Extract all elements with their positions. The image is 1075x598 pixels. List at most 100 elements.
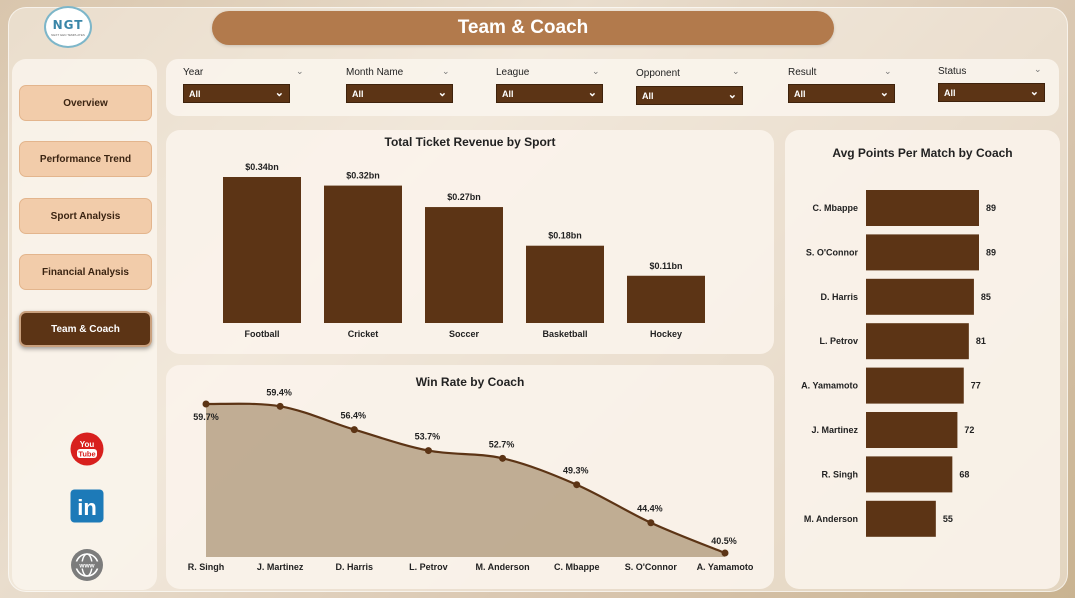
svg-text:www: www <box>78 563 95 570</box>
filter-bar: Year ⌄ All ⌄ Month Name ⌄ All ⌄ League ⌄ A… <box>166 59 1059 116</box>
filter-status-select[interactable]: All ⌄ <box>938 83 1045 102</box>
x-tick-football: Football <box>245 329 280 339</box>
svg-text:You: You <box>80 440 95 449</box>
x-tick-basketball: Basketball <box>542 329 587 339</box>
data-label-l-petrov: 81 <box>976 336 986 346</box>
data-label-s-o-connor: 44.4% <box>637 504 663 514</box>
chevron-down-icon: ⌄ <box>587 87 597 99</box>
filter-year-select[interactable]: All ⌄ <box>183 84 290 103</box>
logo-subtext: NEXT GEN TEMPLATES <box>51 32 85 37</box>
x-tick-l-petrov: L. Petrov <box>409 562 448 572</box>
data-label-r-singh: 59.7% <box>193 412 219 422</box>
data-label-d-harris: 85 <box>981 292 991 302</box>
ngt-logo: NGT NEXT GEN TEMPLATES <box>44 6 92 48</box>
bar-c-mbappe[interactable] <box>866 190 979 226</box>
chevron-down-icon: ⌄ <box>879 87 889 99</box>
point-l-petrov[interactable] <box>424 447 432 455</box>
data-label-soccer: $0.27bn <box>447 192 481 202</box>
winrate-area-chart: 59.7% R. Singh 59.4% J. Martinez 56.4% D. Har… <box>188 387 754 572</box>
y-tick-j-martinez: J. Martinez <box>811 425 858 435</box>
svg-text:in: in <box>77 495 97 520</box>
filter-league-label: League <box>496 67 530 78</box>
filter-result-label: Result <box>788 67 817 78</box>
website-icon[interactable]: www <box>70 548 104 582</box>
x-tick-hockey: Hockey <box>650 329 682 339</box>
y-tick-d-harris: D. Harris <box>820 292 858 302</box>
nav-sport-analysis-button[interactable]: Sport Analysis <box>19 198 152 234</box>
chevron-down-icon: ⌄ <box>727 89 737 101</box>
revenue-bar-chart: $0.34bn Football $0.32bn Cricket $0.27bn Socc… <box>223 162 705 339</box>
data-label-j-martinez: 59.4% <box>266 387 292 397</box>
data-label-cricket: $0.32bn <box>346 171 380 181</box>
data-label-a-yamamoto: 77 <box>971 381 981 391</box>
linkedin-icon[interactable]: in <box>70 489 104 523</box>
x-tick-cricket: Cricket <box>348 329 379 339</box>
point-m-anderson[interactable] <box>499 454 507 462</box>
chevron-down-icon[interactable]: ⌄ <box>732 66 740 77</box>
nav-performance-trend-button[interactable]: Performance Trend <box>19 141 152 177</box>
chevron-down-icon[interactable]: ⌄ <box>592 66 600 77</box>
point-s-o-connor[interactable] <box>647 519 655 527</box>
chevron-down-icon[interactable]: ⌄ <box>296 66 304 77</box>
nav-financial-analysis-button[interactable]: Financial Analysis <box>19 254 152 290</box>
chevron-down-icon[interactable]: ⌄ <box>1034 64 1042 75</box>
sidebar: Overview Performance Trend Sport Analysi… <box>12 59 157 590</box>
point-r-singh[interactable] <box>202 400 210 408</box>
page-title-bar: Team & Coach <box>212 11 834 45</box>
chevron-down-icon: ⌄ <box>1029 86 1039 98</box>
bar-d-harris[interactable] <box>866 278 974 315</box>
chevron-down-icon[interactable]: ⌄ <box>442 66 450 77</box>
data-label-basketball: $0.18bn <box>548 231 582 241</box>
data-label-m-anderson: 55 <box>943 514 953 524</box>
x-tick-s-o-connor: S. O'Connor <box>625 562 678 572</box>
y-tick-l-petrov: L. Petrov <box>819 336 858 346</box>
bar-soccer[interactable] <box>425 207 503 323</box>
point-j-martinez[interactable] <box>276 402 284 410</box>
y-tick-s-o-connor: S. O'Connor <box>806 247 859 257</box>
filter-opponent-select[interactable]: All ⌄ <box>636 86 743 105</box>
bar-basketball[interactable] <box>526 245 604 323</box>
filter-league-select[interactable]: All ⌄ <box>496 84 603 103</box>
bar-j-martinez[interactable] <box>866 412 958 448</box>
bar-l-petrov[interactable] <box>866 323 969 360</box>
bar-m-anderson[interactable] <box>866 500 936 537</box>
data-label-r-singh: 68 <box>959 469 969 479</box>
avg-points-bar-chart: C. Mbappe 89 S. O'Connor 89 D. Harris 85 L. Pe… <box>801 190 996 537</box>
filter-result-select[interactable]: All ⌄ <box>788 84 895 103</box>
bar-r-singh[interactable] <box>866 456 953 493</box>
x-tick-j-martinez: J. Martinez <box>257 562 304 572</box>
data-label-d-harris: 56.4% <box>341 411 367 421</box>
nav-overview-button[interactable]: Overview <box>19 85 152 121</box>
youtube-icon[interactable]: You Tube <box>70 432 104 466</box>
x-tick-a-yamamoto: A. Yamamoto <box>697 562 754 572</box>
y-tick-c-mbappe: C. Mbappe <box>812 203 858 213</box>
x-tick-c-mbappe: C. Mbappe <box>554 562 600 572</box>
x-tick-soccer: Soccer <box>449 329 480 339</box>
filter-status-label: Status <box>938 66 967 77</box>
logo-text: NGT <box>52 17 84 32</box>
bar-s-o-connor[interactable] <box>866 234 979 271</box>
page-title: Team & Coach <box>457 17 589 38</box>
winrate-chart-panel: Win Rate by Coach 59.7% R. Singh 59.4% J. M… <box>166 365 774 589</box>
x-tick-m-anderson: M. Anderson <box>475 562 529 572</box>
nav-team-coach-button[interactable]: Team & Coach <box>19 311 152 347</box>
bar-hockey[interactable] <box>627 275 705 323</box>
point-a-yamamoto[interactable] <box>721 549 729 557</box>
chevron-down-icon[interactable]: ⌄ <box>884 66 892 77</box>
bar-cricket[interactable] <box>324 185 402 323</box>
data-label-c-mbappe: 89 <box>986 203 996 213</box>
data-label-m-anderson: 52.7% <box>489 439 515 449</box>
filter-month-select[interactable]: All ⌄ <box>346 84 453 103</box>
x-tick-r-singh: R. Singh <box>188 562 225 572</box>
point-d-harris[interactable] <box>350 426 358 434</box>
data-label-j-martinez: 72 <box>964 425 974 435</box>
data-label-hockey: $0.11bn <box>649 261 682 271</box>
filter-year-label: Year <box>183 67 204 78</box>
filter-month-label: Month Name <box>346 67 404 78</box>
point-c-mbappe[interactable] <box>573 481 581 489</box>
chevron-down-icon: ⌄ <box>274 87 284 99</box>
data-label-l-petrov: 53.7% <box>415 432 441 442</box>
bar-a-yamamoto[interactable] <box>866 367 964 404</box>
bar-football[interactable] <box>223 177 301 323</box>
y-tick-a-yamamoto: A. Yamamoto <box>801 381 858 391</box>
